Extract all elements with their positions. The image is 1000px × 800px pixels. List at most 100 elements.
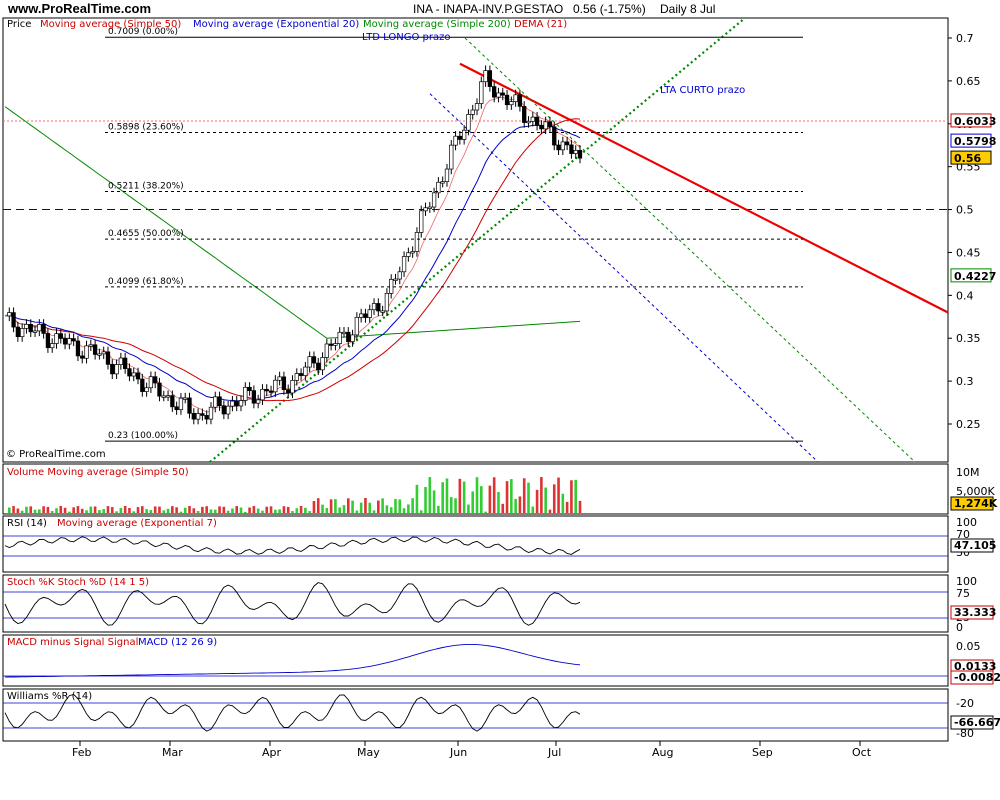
volume-bar: [269, 506, 273, 513]
candle: [183, 397, 188, 400]
volume-bar: [570, 480, 573, 513]
volume-bar: [488, 485, 492, 513]
volume-bar: [252, 506, 256, 513]
volume-bar: [535, 489, 539, 513]
candle: [492, 86, 497, 98]
candle: [500, 92, 505, 96]
candle: [105, 351, 111, 365]
volume-bar: [29, 506, 33, 513]
candle: [15, 326, 21, 338]
candle: [316, 362, 321, 371]
volume-bar: [299, 506, 303, 513]
panel-tag: 1,274K: [954, 497, 998, 510]
candle: [522, 106, 527, 123]
volume-bar: [527, 482, 530, 513]
volume-bar: [85, 510, 88, 513]
candle: [11, 312, 16, 328]
price-tick-label: 0.5: [956, 204, 974, 217]
candle: [543, 121, 548, 130]
volume-bar: [106, 506, 110, 513]
candle: [88, 344, 93, 347]
williams-panel: [2, 688, 949, 742]
month-label: Jul: [547, 746, 561, 759]
fib-label: 0.5211 (38.20%): [108, 181, 184, 191]
volume-bar: [424, 487, 427, 513]
candle: [346, 331, 351, 342]
volume-bar: [522, 478, 526, 513]
month-label: Jun: [449, 746, 467, 759]
volume-bar: [304, 507, 307, 513]
volume-bar: [179, 511, 183, 513]
fib-label: 0.4655 (50.00%): [108, 229, 184, 239]
volume-bar: [557, 477, 560, 513]
volume-bar: [183, 507, 187, 513]
candle: [273, 379, 278, 393]
volume-bar: [449, 497, 453, 513]
volume-bar: [145, 509, 148, 513]
volume-bar: [80, 508, 84, 513]
candle: [483, 70, 488, 83]
candle: [234, 400, 239, 407]
legend-item: Price: [7, 19, 31, 30]
candle: [324, 343, 329, 358]
candle: [573, 150, 578, 154]
candle: [444, 168, 450, 182]
panel-tick: 75: [956, 587, 970, 600]
fib-label: 0.23 (100.00%): [108, 431, 178, 441]
candle: [131, 372, 136, 377]
volume-bar: [196, 510, 200, 513]
candle: [431, 192, 437, 208]
candle: [97, 353, 102, 356]
candle: [427, 206, 432, 209]
volume-bar: [218, 506, 221, 513]
volume-bar: [248, 507, 251, 513]
volume-bar: [68, 511, 71, 513]
volume-bar: [419, 510, 423, 513]
legend-item: Moving average (Simple 200): [363, 19, 511, 30]
candle: [307, 356, 312, 368]
volume-bar: [59, 506, 63, 513]
candle: [556, 144, 561, 151]
volume-bar: [312, 500, 316, 513]
volume-bar: [153, 506, 157, 513]
candle: [110, 363, 115, 375]
volume-bar: [415, 484, 419, 513]
candle: [153, 376, 158, 384]
volume-bar: [359, 502, 363, 513]
candle: [170, 395, 175, 408]
candle: [122, 357, 128, 369]
volume-bar: [355, 510, 359, 513]
panel-title: MACD (12 26 9): [138, 637, 217, 648]
panel-tag: 47.105: [954, 539, 996, 552]
site-label: www.ProRealTime.com: [7, 1, 151, 16]
candle: [564, 141, 570, 146]
volume-bar: [552, 484, 556, 513]
volume-bar: [33, 509, 37, 513]
volume-bar: [381, 498, 384, 513]
candle: [84, 345, 89, 359]
candle: [449, 144, 454, 170]
candle: [118, 357, 124, 365]
candle: [178, 397, 184, 411]
month-label: Mar: [162, 746, 183, 759]
volume-bar: [458, 478, 462, 513]
candle: [62, 338, 68, 345]
volume-bar: [295, 508, 299, 513]
candle: [92, 344, 98, 355]
volume-bar: [574, 479, 578, 513]
volume-bar: [411, 498, 414, 513]
candle: [337, 331, 342, 344]
legend-item: Moving average (Exponential 20): [193, 19, 359, 30]
candle: [256, 399, 261, 404]
candle: [320, 357, 325, 371]
candle: [28, 324, 33, 333]
volume-bar: [239, 507, 243, 513]
candle: [37, 323, 42, 332]
candle: [191, 412, 196, 420]
candle: [238, 400, 244, 407]
candle: [341, 331, 347, 335]
candle: [187, 397, 192, 414]
volume-bar: [205, 506, 208, 513]
volume-bar: [540, 477, 543, 513]
stock-chart: 0.7009 (0.00%)0.5898 (23.60%)0.5211 (38.…: [2, 1, 1000, 759]
